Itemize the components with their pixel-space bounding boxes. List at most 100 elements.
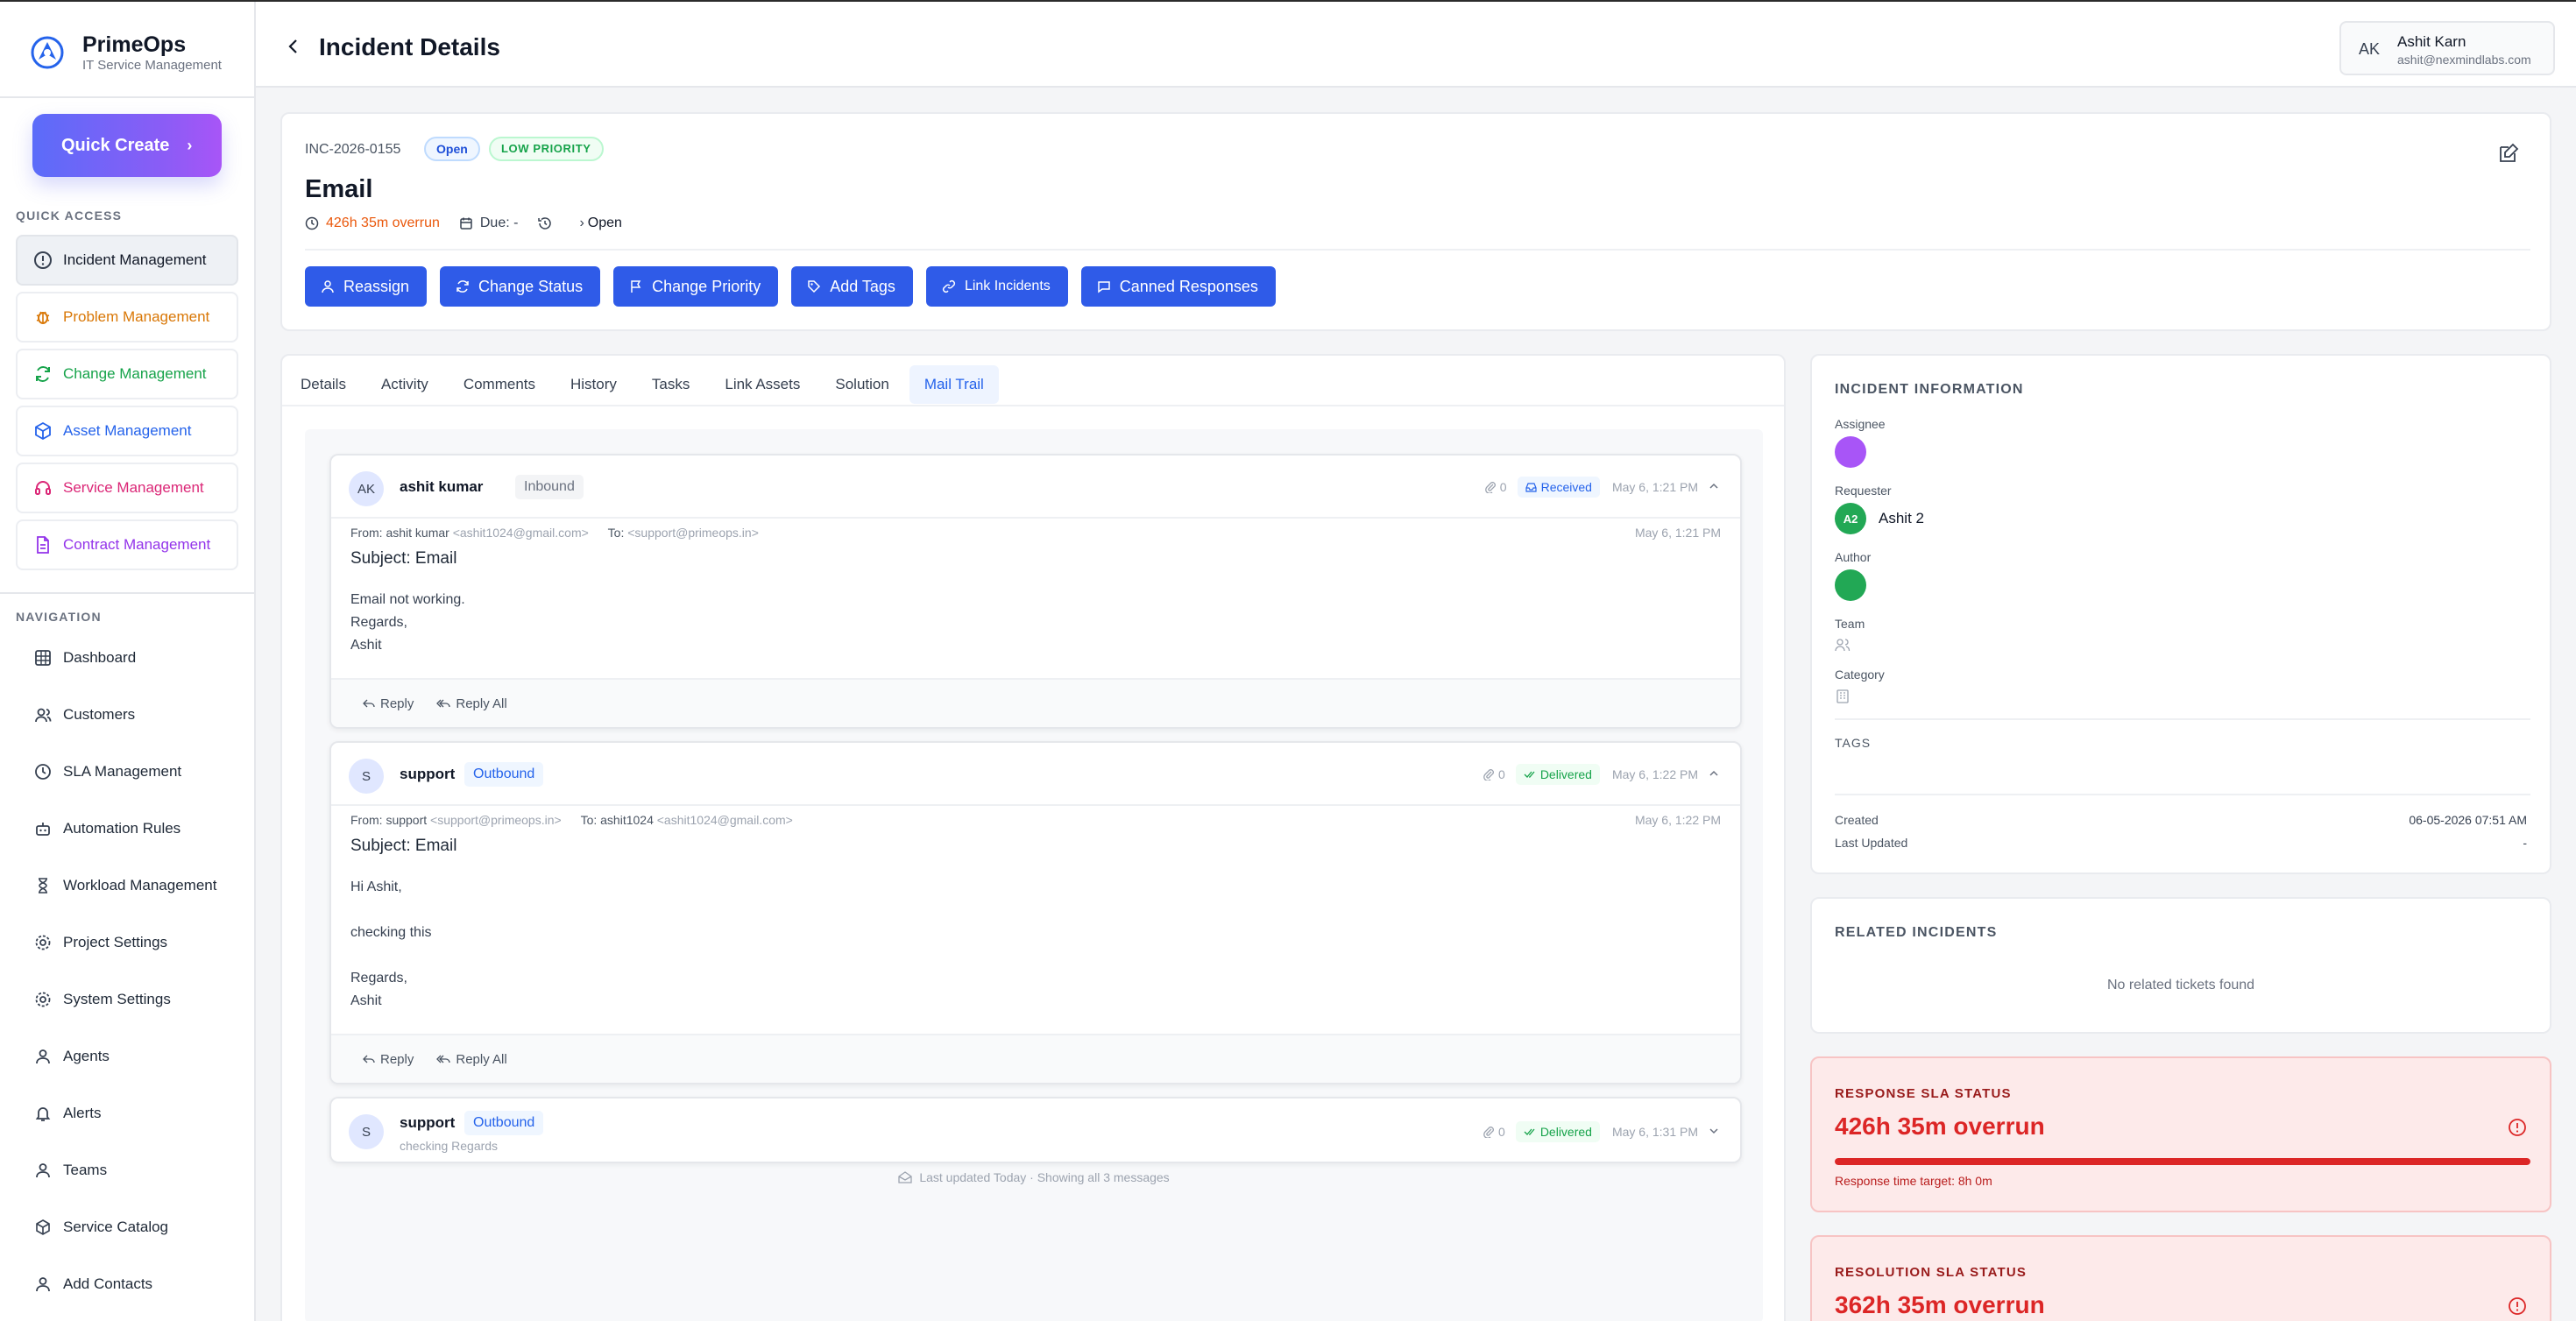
paperclip-icon xyxy=(1484,482,1496,493)
attachment-count-value: 0 xyxy=(1499,480,1507,494)
overrun-text: 426h 35m overrun xyxy=(326,215,440,230)
chevron-up-icon[interactable] xyxy=(1709,767,1719,781)
requester-name: Ashit 2 xyxy=(1879,510,1924,526)
sidebar-item-workload-management[interactable]: Workload Management xyxy=(16,857,238,914)
received-date: May 6, 1:22 PM xyxy=(1634,813,1721,827)
divider xyxy=(305,249,2530,251)
last-updated-label: Last Updated xyxy=(1835,836,1908,850)
tab-mail-trail[interactable]: Mail Trail xyxy=(909,365,999,404)
to-email: <ashit1024@gmail.com> xyxy=(656,813,793,827)
from-label: From: xyxy=(350,526,383,540)
reply-button[interactable]: Reply xyxy=(363,696,414,711)
mail-header[interactable]: AK ashit kumar Inbound 0 Received May 6,… xyxy=(331,456,1740,519)
mail-body: From: ashit kumar <ashit1024@gmail.com> … xyxy=(331,519,1740,657)
sidebar-item-project-settings[interactable]: Project Settings xyxy=(16,914,238,971)
mail-meta: 0 Received May 6, 1:21 PM xyxy=(1484,475,1719,499)
mail-trail-footer: Last updated Today · Showing all 3 messa… xyxy=(305,1170,1763,1184)
brand[interactable]: PrimeOps IT Service Management xyxy=(30,32,222,74)
sidebar-item-system-settings[interactable]: System Settings xyxy=(16,971,238,1028)
add-tags-button[interactable]: Add Tags xyxy=(791,266,913,307)
divider xyxy=(282,405,1784,406)
sidebar-item-problem-management[interactable]: Problem Management xyxy=(16,292,238,343)
reply-label: Reply xyxy=(380,696,414,711)
sla-value: 426h 35m overrun xyxy=(1835,1113,2045,1140)
alert-circle-icon xyxy=(2509,1119,2526,1136)
sidebar-item-sla-management[interactable]: SLA Management xyxy=(16,743,238,800)
logo-icon xyxy=(31,36,64,69)
mail-message[interactable]: S support Outbound checking Regards 0 De… xyxy=(329,1097,1742,1163)
app-shell: PrimeOps IT Service Management Quick Cre… xyxy=(0,0,2576,1321)
to-email: <support@primeops.in> xyxy=(627,526,759,540)
tab-bar: Details Activity Comments History Tasks … xyxy=(286,364,1004,405)
status-badge: Received xyxy=(1517,477,1600,498)
tab-activity[interactable]: Activity xyxy=(366,365,443,404)
user-menu[interactable]: AK Ashit Karn ashit@nexmindlabs.com xyxy=(2339,21,2555,75)
tab-history[interactable]: History xyxy=(556,365,632,404)
sidebar-item-label: Teams xyxy=(63,1161,108,1178)
mail-body: From: support <support@primeops.in> To: … xyxy=(331,806,1740,1013)
edit-icon[interactable] xyxy=(2497,142,2520,165)
status-badge: Delivered xyxy=(1515,764,1600,785)
back-arrow-icon[interactable] xyxy=(282,35,305,58)
link-icon xyxy=(942,279,955,293)
sidebar-item-incident-management[interactable]: Incident Management xyxy=(16,235,238,286)
history-icon xyxy=(538,217,552,230)
requester-avatar[interactable]: A2 xyxy=(1835,503,1866,534)
reply-all-button[interactable]: Reply All xyxy=(436,696,507,711)
bug-icon xyxy=(33,307,53,327)
mail-date: May 6, 1:21 PM xyxy=(1611,480,1698,494)
double-check-icon xyxy=(1524,1128,1535,1135)
related-incidents-card: RELATED INCIDENTS No related tickets fou… xyxy=(1810,897,2551,1034)
canned-responses-button[interactable]: Canned Responses xyxy=(1080,266,1276,307)
sla-target: Response time target: 8h 0m xyxy=(1835,1174,1992,1188)
sidebar-item-service-management[interactable]: Service Management xyxy=(16,463,238,513)
sidebar-item-asset-management[interactable]: Asset Management xyxy=(16,406,238,456)
change-priority-button[interactable]: Change Priority xyxy=(613,266,779,307)
reply-button[interactable]: Reply xyxy=(363,1052,414,1067)
change-status-button[interactable]: Change Status xyxy=(440,266,601,307)
sidebar-item-dashboard[interactable]: Dashboard xyxy=(16,629,238,686)
tab-link-assets[interactable]: Link Assets xyxy=(710,365,815,404)
from-email: <ashit1024@gmail.com> xyxy=(452,526,589,540)
sidebar-item-agents[interactable]: Agents xyxy=(16,1028,238,1084)
sidebar-item-label: Asset Management xyxy=(63,422,192,439)
direction-badge: Inbound xyxy=(515,475,584,499)
assignee-label: Assignee xyxy=(1835,417,1886,431)
sidebar-item-contract-management[interactable]: Contract Management xyxy=(16,519,238,570)
sidebar-item-alerts[interactable]: Alerts xyxy=(16,1084,238,1141)
tab-comments[interactable]: Comments xyxy=(449,365,550,404)
mail-open-icon xyxy=(898,1171,912,1183)
sidebar-item-customers[interactable]: Customers xyxy=(16,686,238,743)
sidebar-item-automation-rules[interactable]: Automation Rules xyxy=(16,800,238,857)
reply-all-button[interactable]: Reply All xyxy=(436,1052,507,1067)
sidebar-item-change-management[interactable]: Change Management xyxy=(16,349,238,399)
quick-create-button[interactable]: Quick Create › xyxy=(32,114,222,177)
mail-header[interactable]: S support Outbound 0 Delivered May 6, 1:… xyxy=(331,743,1740,806)
chevron-down-icon[interactable] xyxy=(1709,1125,1719,1139)
reassign-button[interactable]: Reassign xyxy=(305,266,428,307)
tab-solution[interactable]: Solution xyxy=(820,365,903,404)
incident-id: INC-2026-0155 xyxy=(305,142,401,157)
chevron-up-icon[interactable] xyxy=(1709,480,1719,494)
tab-tasks[interactable]: Tasks xyxy=(637,365,704,404)
sidebar-item-label: Automation Rules xyxy=(63,819,181,837)
sidebar-item-add-contacts[interactable]: Add Contacts xyxy=(16,1255,238,1312)
link-incidents-button[interactable]: Link Incidents xyxy=(925,266,1068,307)
from-name: support xyxy=(386,813,428,827)
author-avatar[interactable] xyxy=(1835,569,1866,601)
status-badge: Delivered xyxy=(1515,1121,1600,1142)
mail-actions: Reply Reply All xyxy=(331,1034,1740,1083)
sidebar-item-service-catalog[interactable]: Service Catalog xyxy=(16,1198,238,1255)
empty-state: No related tickets found xyxy=(2106,978,2255,993)
created-value: 06-05-2026 07:51 AM xyxy=(2409,813,2527,827)
users-icon xyxy=(33,705,53,724)
navigation-label: NAVIGATION xyxy=(16,610,102,624)
to-name: ashit1024 xyxy=(600,813,654,827)
sidebar-item-label: Service Catalog xyxy=(63,1218,169,1235)
tab-details[interactable]: Details xyxy=(286,365,361,404)
sidebar-item-teams[interactable]: Teams xyxy=(16,1141,238,1198)
paperclip-icon xyxy=(1483,769,1494,781)
assignee-avatar[interactable] xyxy=(1835,436,1866,468)
sidebar-item-label: Change Management xyxy=(63,365,207,382)
sidebar-item-label: Alerts xyxy=(63,1104,102,1121)
